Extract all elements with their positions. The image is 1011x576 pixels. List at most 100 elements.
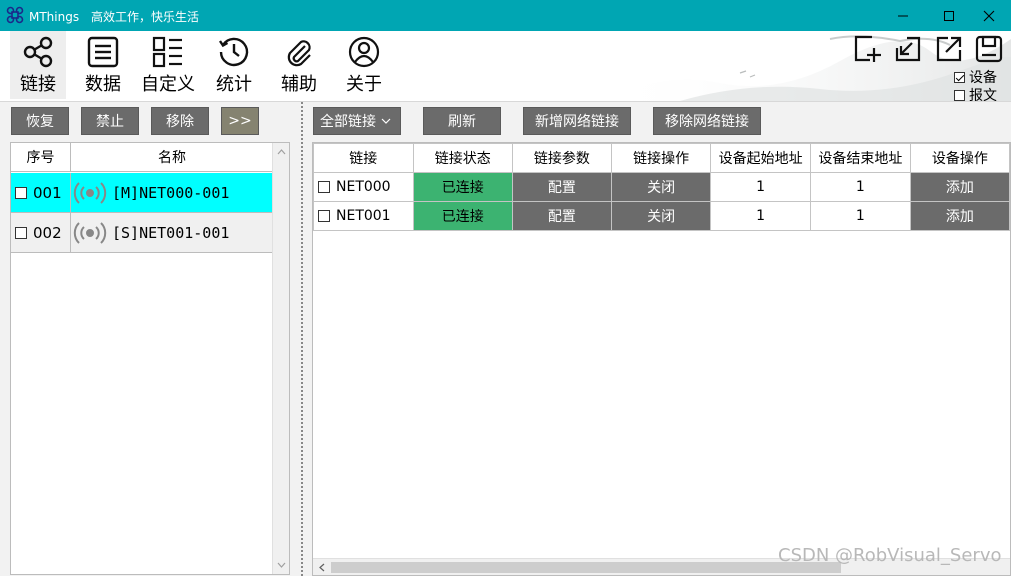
disable-button[interactable]: 禁止 — [81, 107, 139, 135]
end-address-cell[interactable]: 1 — [809, 172, 911, 202]
app-slogan: 高效工作，快乐生活 — [90, 10, 199, 24]
column-link-operation: 链接操作 — [611, 143, 712, 173]
link-name-cell: NET001 — [313, 201, 414, 231]
grid-list-icon — [152, 36, 182, 68]
row-checkbox[interactable] — [15, 226, 27, 239]
signal-icon — [73, 181, 107, 204]
scroll-left-icon[interactable] — [315, 559, 329, 576]
device-checkbox-label: 设备 — [969, 70, 997, 86]
list-item-index: 002 — [33, 223, 62, 242]
toolbar-label: 链接 — [20, 74, 56, 95]
close-link-button[interactable]: 关闭 — [611, 172, 712, 202]
column-device-operation: 设备操作 — [909, 143, 1010, 173]
message-checkbox-label: 报文 — [969, 88, 997, 101]
row-checkbox[interactable] — [318, 210, 330, 222]
checkbox-checked[interactable] — [954, 71, 965, 83]
end-address-cell[interactable]: 1 — [809, 201, 911, 231]
table-row: NET001 已连接 配置 关闭 1 1 添加 — [313, 201, 1010, 231]
all-links-dropdown[interactable]: 全部链接 — [313, 107, 401, 135]
add-network-link-button[interactable]: 新增网络链接 — [523, 107, 631, 135]
link-name: NET001 — [336, 208, 391, 224]
scrollbar-thumb[interactable] — [331, 562, 841, 573]
list-item-name: [M]NET000-001 — [112, 183, 230, 202]
link-table: 链接 链接状态 链接参数 链接操作 设备起始地址 设备结束地址 设备操作 NET… — [313, 143, 1010, 231]
table-row: NET000 已连接 配置 关闭 1 1 添加 — [313, 172, 1010, 202]
content-area: 恢复 禁止 移除 >> 序号 名称 001 [M]NET000-001 002 — [0, 102, 1011, 576]
window-title: MThings 高效工作，快乐生活 — [29, 8, 199, 25]
list-item-name-cell: [S]NET001-001 — [73, 213, 273, 252]
paperclip-icon — [287, 40, 311, 67]
list-item-name-cell: [M]NET000-001 — [73, 173, 273, 212]
toolbar-label: 数据 — [85, 74, 121, 95]
toolbar-item-links[interactable]: 链接 — [10, 31, 66, 99]
column-link-params: 链接参数 — [511, 143, 613, 173]
toolbar-label: 自定义 — [141, 74, 195, 95]
status-badge: 已连接 — [412, 172, 513, 202]
list-icon — [87, 36, 119, 68]
message-checkbox[interactable]: 报文 — [954, 85, 997, 101]
list-item-index-cell: 001 — [15, 173, 71, 212]
refresh-button[interactable]: 刷新 — [423, 107, 501, 135]
remove-network-link-button[interactable]: 移除网络链接 — [653, 107, 761, 135]
scroll-up-icon[interactable] — [273, 145, 290, 159]
list-item[interactable]: 002 [S]NET001-001 — [11, 213, 273, 253]
share-icon — [23, 36, 53, 68]
remove-button[interactable]: 移除 — [151, 107, 209, 135]
vertical-scrollbar[interactable] — [272, 143, 289, 574]
minimize-icon — [898, 15, 908, 16]
column-index: 序号 — [11, 143, 71, 171]
row-checkbox[interactable] — [15, 186, 27, 199]
close-icon — [983, 10, 995, 21]
close-button[interactable] — [966, 0, 1011, 31]
splitter-handle[interactable] — [301, 102, 303, 576]
expand-button[interactable]: >> — [221, 107, 259, 135]
status-badge: 已连接 — [412, 201, 513, 231]
configure-button[interactable]: 配置 — [511, 172, 613, 202]
pop-out-icon[interactable] — [934, 34, 964, 64]
close-link-button[interactable]: 关闭 — [611, 201, 712, 231]
device-list: 序号 名称 001 [M]NET000-001 002 [S]NET001-00… — [10, 142, 290, 575]
column-link-status: 链接状态 — [412, 143, 513, 173]
all-links-label: 全部链接 — [320, 114, 376, 130]
column-end-address: 设备结束地址 — [809, 143, 911, 173]
list-item[interactable]: 001 [M]NET000-001 — [11, 173, 273, 213]
toolbar-label: 统计 — [216, 74, 252, 95]
start-address-cell[interactable]: 1 — [710, 172, 811, 202]
column-link: 链接 — [313, 143, 414, 173]
list-item-index: 001 — [33, 183, 62, 202]
history-icon — [219, 37, 249, 67]
new-window-icon[interactable] — [852, 34, 882, 64]
restore-button[interactable]: 恢复 — [11, 107, 69, 135]
add-device-button[interactable]: 添加 — [909, 172, 1010, 202]
toolbar-label: 关于 — [346, 74, 382, 95]
link-table-panel: 链接 链接状态 链接参数 链接操作 设备起始地址 设备结束地址 设备操作 NET… — [312, 142, 1011, 576]
toolbar-item-custom[interactable]: 自定义 — [138, 31, 198, 99]
table-header-row: 链接 链接状态 链接参数 链接操作 设备起始地址 设备结束地址 设备操作 — [313, 143, 1010, 173]
watermark: CSDN @RobVisual_Servo — [778, 545, 1002, 566]
save-icon[interactable] — [974, 34, 1004, 64]
scroll-down-icon[interactable] — [273, 558, 290, 572]
dock-in-icon[interactable] — [893, 34, 923, 64]
toolbar-item-stats[interactable]: 统计 — [206, 31, 262, 99]
row-checkbox[interactable] — [318, 181, 330, 193]
start-address-cell[interactable]: 1 — [710, 201, 811, 231]
toolbar-item-data[interactable]: 数据 — [75, 31, 131, 99]
list-item-index-cell: 002 — [15, 213, 71, 252]
minimize-button[interactable] — [880, 0, 926, 31]
add-device-button[interactable]: 添加 — [909, 201, 1010, 231]
column-start-address: 设备起始地址 — [710, 143, 811, 173]
signal-icon — [73, 221, 107, 244]
checkbox-unchecked[interactable] — [954, 89, 965, 101]
toolbar-item-about[interactable]: 关于 — [336, 31, 392, 99]
chevron-down-icon — [381, 118, 391, 124]
link-name-cell: NET000 — [313, 172, 414, 202]
device-list-header: 序号 名称 — [11, 143, 273, 172]
toolbar-item-assist[interactable]: 辅助 — [271, 31, 327, 99]
title-bar: MThings 高效工作，快乐生活 — [0, 0, 1011, 31]
link-name: NET000 — [336, 179, 391, 195]
column-name: 名称 — [158, 150, 186, 166]
app-logo-icon — [6, 6, 24, 24]
maximize-icon — [944, 10, 954, 21]
device-checkbox[interactable]: 设备 — [954, 67, 997, 87]
configure-button[interactable]: 配置 — [511, 201, 613, 231]
